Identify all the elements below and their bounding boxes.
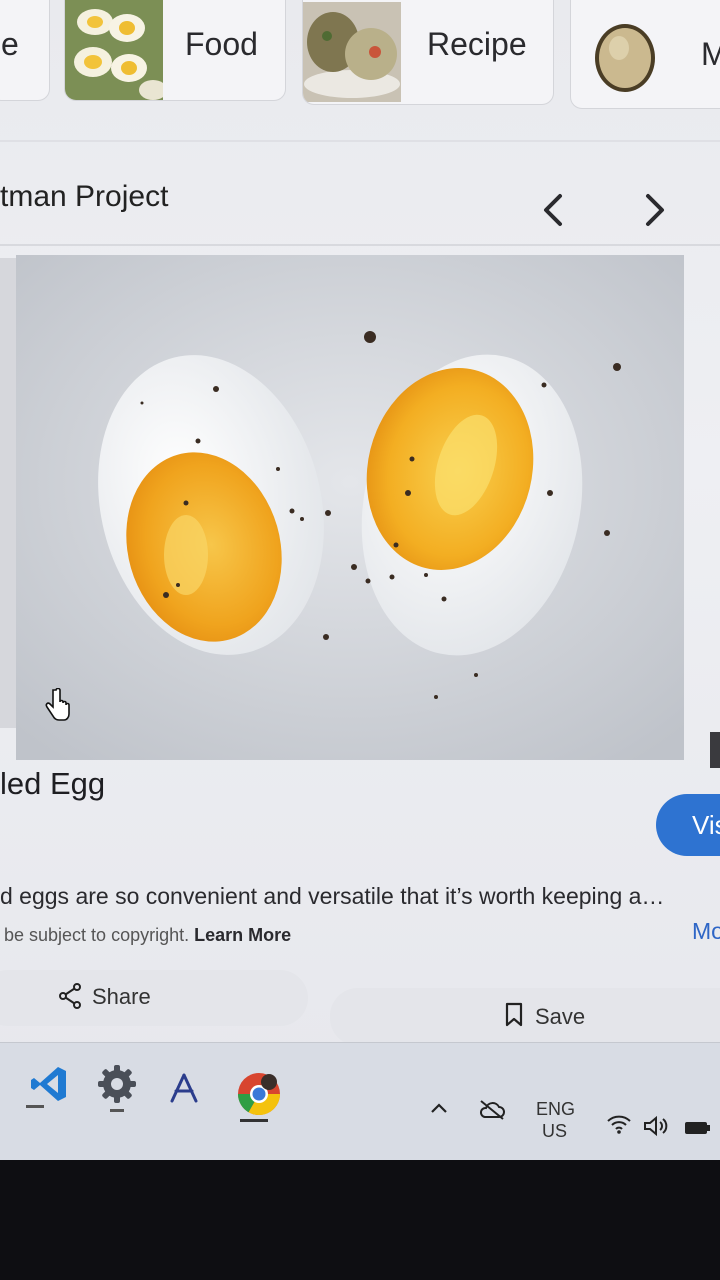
battery-icon[interactable] bbox=[682, 1119, 712, 1137]
running-indicator bbox=[26, 1105, 44, 1108]
chip-recipe[interactable]: Recipe bbox=[302, 0, 554, 105]
browser-screen: e Food Recipe tman Project led Egg Vi d … bbox=[0, 0, 720, 1160]
active-indicator bbox=[240, 1119, 268, 1122]
copyright-text: be subject to copyright. bbox=[4, 925, 190, 945]
boiled-egg-image[interactable] bbox=[16, 255, 684, 760]
copyright-notice: be subject to copyright. Learn More bbox=[4, 925, 291, 946]
settings-gear-icon[interactable] bbox=[96, 1063, 138, 1105]
visit-button[interactable]: Vis bbox=[656, 794, 720, 856]
cloud-offline-icon[interactable] bbox=[478, 1099, 506, 1121]
chevron-up-icon[interactable] bbox=[430, 1101, 448, 1115]
chrome-icon[interactable] bbox=[236, 1071, 282, 1117]
app-store-icon[interactable] bbox=[166, 1071, 202, 1107]
wifi-icon[interactable] bbox=[606, 1113, 632, 1135]
next-image-edge[interactable] bbox=[710, 732, 720, 768]
previous-image-edge[interactable] bbox=[0, 258, 16, 728]
share-button[interactable]: Share bbox=[0, 970, 308, 1026]
recipe-thumbnail bbox=[303, 2, 401, 102]
learn-more-link[interactable]: Learn More bbox=[194, 925, 291, 945]
food-thumbnail bbox=[65, 0, 163, 100]
hand-cursor-icon bbox=[45, 688, 70, 721]
save-label: Save bbox=[535, 1004, 586, 1029]
image-description: d eggs are so convenient and versatile t… bbox=[0, 883, 665, 909]
more-link[interactable]: Mo bbox=[692, 918, 720, 945]
vscode-icon[interactable] bbox=[28, 1063, 70, 1105]
chip-food[interactable]: Food bbox=[64, 0, 286, 101]
image-title: led Egg bbox=[0, 766, 106, 801]
bookmark-icon bbox=[505, 1002, 523, 1027]
share-label: Share bbox=[92, 984, 151, 1009]
egg-pixel-icon bbox=[595, 24, 655, 92]
chip-related-4[interactable]: M bbox=[570, 0, 720, 109]
language-indicator[interactable]: ENG bbox=[536, 1099, 575, 1120]
chip-label: e bbox=[1, 26, 19, 62]
chip-label: Recipe bbox=[427, 26, 527, 62]
save-button[interactable]: Save bbox=[330, 988, 720, 1046]
page-title: tman Project bbox=[0, 180, 169, 213]
chip-label: Food bbox=[185, 26, 258, 62]
divider bbox=[0, 244, 720, 246]
taskbar: ENG US bbox=[0, 1042, 720, 1160]
running-indicator bbox=[110, 1109, 124, 1112]
monitor-bezel bbox=[0, 1160, 720, 1280]
chip-related-1[interactable]: e bbox=[0, 0, 50, 101]
region-indicator[interactable]: US bbox=[542, 1121, 567, 1142]
chevron-left-icon[interactable] bbox=[538, 190, 568, 230]
divider bbox=[0, 140, 720, 142]
share-icon bbox=[59, 983, 81, 1009]
volume-icon[interactable] bbox=[642, 1115, 670, 1137]
chevron-right-icon[interactable] bbox=[640, 190, 670, 230]
chip-label: M bbox=[701, 36, 720, 73]
